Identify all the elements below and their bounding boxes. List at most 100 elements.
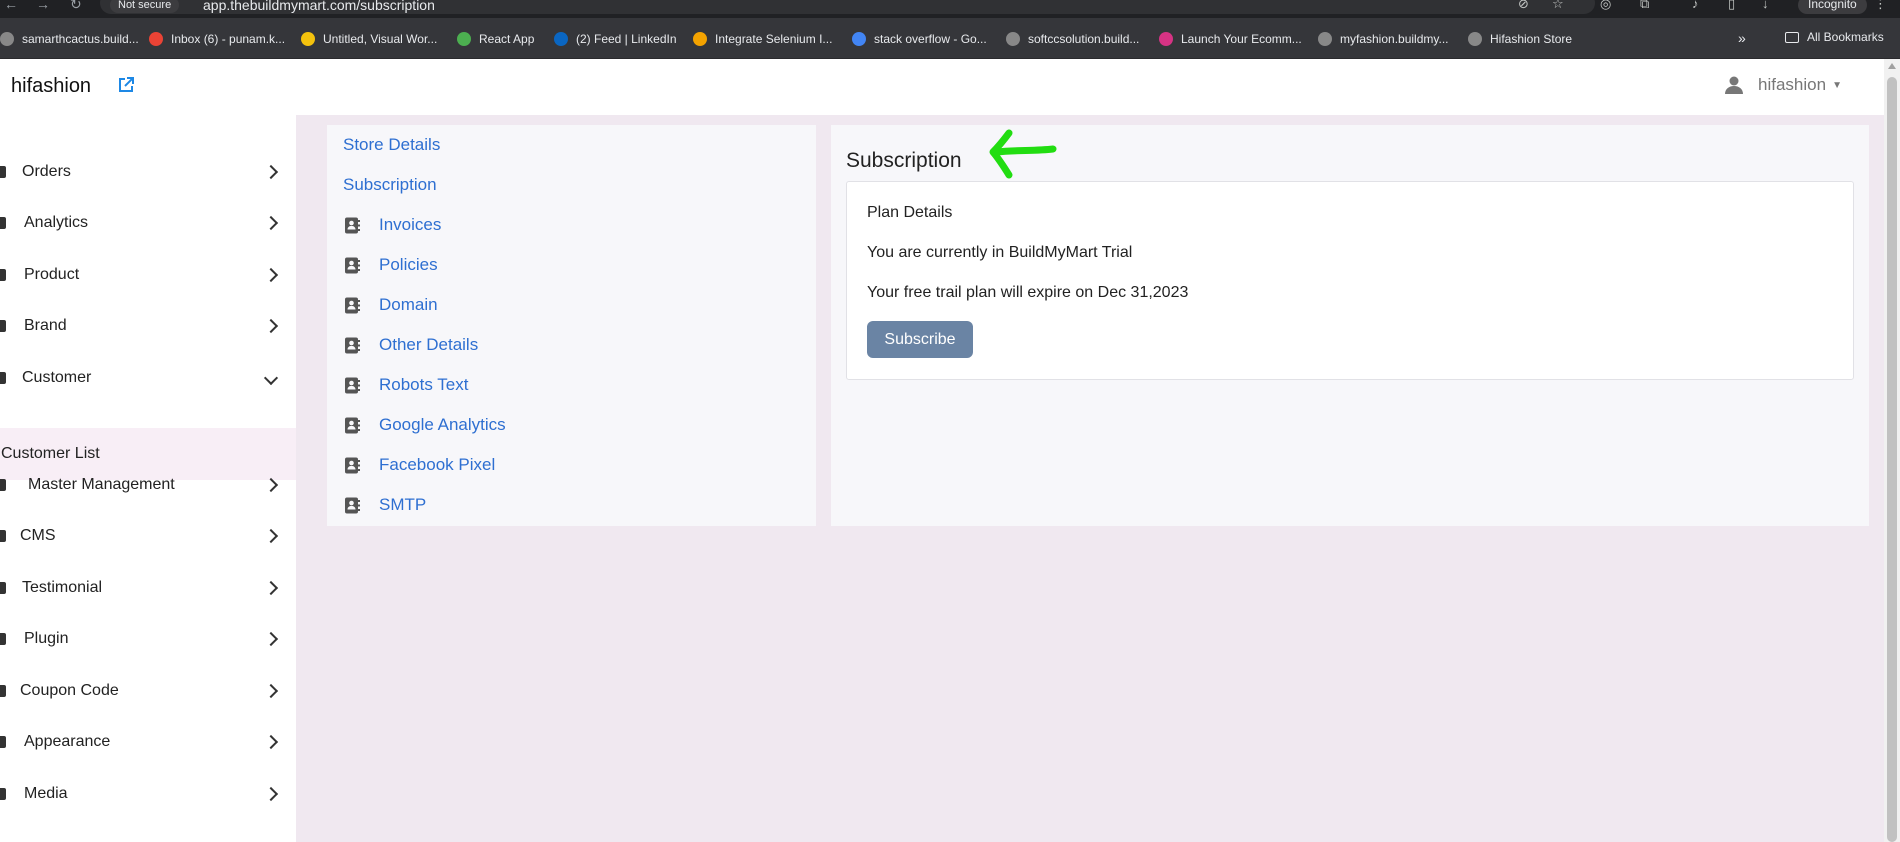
bookmark-label: Inbox (6) - punam.k... bbox=[171, 32, 286, 46]
sidebar-item-brand[interactable]: Brand bbox=[0, 304, 296, 348]
settings-nav-label: SMTP bbox=[379, 495, 427, 514]
bookmark-label: React App bbox=[479, 32, 535, 46]
bookmark-favicon-icon bbox=[1159, 32, 1173, 46]
all-bookmarks-label: All Bookmarks bbox=[1807, 30, 1884, 44]
sidebar-item-icon bbox=[0, 217, 6, 229]
bookmark-item[interactable]: samarthcactus.build... bbox=[0, 30, 139, 48]
bookmark-item[interactable]: stack overflow - Go... bbox=[852, 30, 987, 48]
bookmark-item[interactable]: myfashion.buildmy... bbox=[1318, 30, 1449, 48]
forward-icon[interactable]: → bbox=[36, 0, 50, 12]
sidebar-item-label: Media bbox=[24, 785, 68, 802]
sidebar-item-analytics[interactable]: Analytics bbox=[0, 201, 296, 245]
sidebar-item-plugin[interactable]: Plugin bbox=[0, 617, 296, 661]
bookmark-favicon-icon bbox=[457, 32, 471, 46]
sidebar-item-master-management[interactable]: Master Management bbox=[0, 463, 296, 507]
sidepanel-icon[interactable]: ▯ bbox=[1728, 0, 1735, 12]
settings-nav-label: Robots Text bbox=[379, 375, 469, 394]
bookmarks-overflow-icon[interactable]: » bbox=[1738, 30, 1746, 46]
sidebar-item-cms[interactable]: CMS bbox=[0, 514, 296, 558]
eye-off-icon[interactable]: ⊘ bbox=[1518, 0, 1529, 12]
scroll-thumb[interactable] bbox=[1887, 77, 1897, 842]
user-menu[interactable]: hifashion ▼ bbox=[1724, 75, 1842, 95]
settings-nav-label: Invoices bbox=[379, 215, 442, 234]
sidebar-item-icon bbox=[0, 685, 6, 697]
bookmark-favicon-icon bbox=[1006, 32, 1020, 46]
sidebar-item-label: CMS bbox=[20, 527, 56, 544]
caret-down-icon: ▼ bbox=[1832, 79, 1842, 91]
bookmark-item[interactable]: Untitled, Visual Wor... bbox=[301, 30, 437, 48]
sidebar-item-label: Brand bbox=[24, 317, 67, 334]
chevron-right-icon bbox=[263, 318, 279, 334]
sidebar: Customer List Orders Analytics Product Bran… bbox=[0, 115, 296, 842]
sidebar-item-media[interactable]: Media bbox=[0, 772, 296, 816]
settings-nav-label: Policies bbox=[379, 255, 438, 274]
plan-details-card: Plan Details You are currently in BuildM… bbox=[846, 181, 1854, 380]
sidebar-item-label: Master Management bbox=[28, 476, 175, 493]
star-icon[interactable]: ☆ bbox=[1552, 0, 1564, 12]
bookmark-item[interactable]: softccsolution.build... bbox=[1006, 30, 1139, 48]
page-scrollbar[interactable] bbox=[1884, 59, 1900, 842]
sidebar-item-appearance[interactable]: Appearance bbox=[0, 720, 296, 764]
bookmark-label: myfashion.buildmy... bbox=[1340, 32, 1449, 46]
bookmark-item[interactable]: Integrate Selenium I... bbox=[693, 30, 832, 48]
url-text[interactable]: app.thebuildmymart.com/subscription bbox=[203, 0, 435, 13]
bookmark-item[interactable]: Hifashion Store bbox=[1468, 30, 1572, 48]
settings-nav-label: Other Details bbox=[379, 335, 479, 354]
contact-book-icon bbox=[345, 297, 360, 313]
bookmark-label: Untitled, Visual Wor... bbox=[323, 32, 438, 46]
contact-book-icon bbox=[345, 337, 360, 353]
annotation-arrow-icon bbox=[989, 129, 1057, 179]
expiry-text: Your free trail plan will expire on Dec … bbox=[867, 284, 1189, 301]
sidebar-item-icon bbox=[0, 320, 6, 332]
sidebar-item-coupon-code[interactable]: Coupon Code bbox=[0, 669, 296, 713]
bookmark-label: samarthcactus.build... bbox=[22, 32, 139, 46]
user-name: hifashion bbox=[1758, 75, 1827, 94]
bookmark-favicon-icon bbox=[1318, 32, 1332, 46]
not-secure-badge[interactable]: Not secure bbox=[110, 0, 180, 13]
sidebar-item-label: Analytics bbox=[24, 214, 89, 231]
settings-nav-label: Store Details bbox=[343, 135, 441, 154]
sidebar-subitem-label: Customer List bbox=[1, 445, 100, 462]
menu-kebab-icon[interactable]: ⋮ bbox=[1874, 0, 1887, 12]
sidebar-item-icon bbox=[0, 372, 6, 384]
sidebar-item-product[interactable]: Product bbox=[0, 253, 296, 297]
sidebar-item-orders[interactable]: Orders bbox=[0, 150, 296, 194]
download-icon[interactable]: ↓ bbox=[1762, 0, 1769, 11]
puzzle-icon[interactable]: ⧉ bbox=[1640, 0, 1649, 12]
plan-heading: Plan Details bbox=[867, 204, 953, 221]
bookmark-item[interactable]: Inbox (6) - punam.k... bbox=[149, 30, 285, 48]
current-plan-text: You are currently in BuildMyMart Trial bbox=[867, 244, 1133, 261]
sidebar-item-icon bbox=[0, 633, 6, 645]
sidebar-item-label: Appearance bbox=[24, 733, 111, 750]
contact-book-icon bbox=[345, 417, 360, 433]
reload-icon[interactable]: ↻ bbox=[70, 0, 82, 13]
back-icon[interactable]: ← bbox=[4, 0, 18, 12]
settings-nav: Store Details Subscription Invoices Policie… bbox=[327, 125, 816, 526]
sidebar-item-testimonial[interactable]: Testimonial bbox=[0, 566, 296, 610]
bookmark-label: Launch Your Ecomm... bbox=[1181, 32, 1302, 46]
bookmark-item[interactable]: Launch Your Ecomm... bbox=[1159, 30, 1302, 48]
bookmark-label: Integrate Selenium I... bbox=[715, 32, 833, 46]
chevron-right-icon bbox=[263, 528, 279, 544]
bookmark-item[interactable]: React App bbox=[457, 30, 534, 48]
external-link-icon[interactable] bbox=[116, 75, 136, 95]
scroll-up-icon[interactable] bbox=[1888, 63, 1896, 69]
subscription-panel: Subscription Plan Details You are curren… bbox=[831, 125, 1869, 526]
sidebar-item-icon bbox=[0, 166, 6, 178]
media-icon[interactable]: ♪ bbox=[1692, 0, 1699, 11]
browser-toolbar: ← → ↻ Not secure app.thebuildmymart.com/… bbox=[0, 0, 1900, 18]
contact-book-icon bbox=[345, 497, 360, 513]
sidebar-item-icon bbox=[0, 530, 6, 542]
extension-icon[interactable]: ◎ bbox=[1600, 0, 1611, 12]
subscribe-button[interactable]: Subscribe bbox=[867, 321, 973, 358]
page-title: Subscription bbox=[846, 149, 962, 172]
contact-book-icon bbox=[345, 257, 360, 273]
settings-nav-label: Facebook Pixel bbox=[379, 455, 496, 474]
chevron-right-icon bbox=[263, 683, 279, 699]
incognito-badge[interactable]: Incognito bbox=[1798, 0, 1867, 14]
contact-book-icon bbox=[345, 217, 360, 233]
sidebar-item-customer[interactable]: Customer bbox=[0, 356, 296, 400]
chevron-down-icon bbox=[263, 370, 279, 386]
bookmark-item[interactable]: (2) Feed | LinkedIn bbox=[554, 30, 677, 48]
all-bookmarks-button[interactable]: All Bookmarks bbox=[1785, 30, 1884, 44]
